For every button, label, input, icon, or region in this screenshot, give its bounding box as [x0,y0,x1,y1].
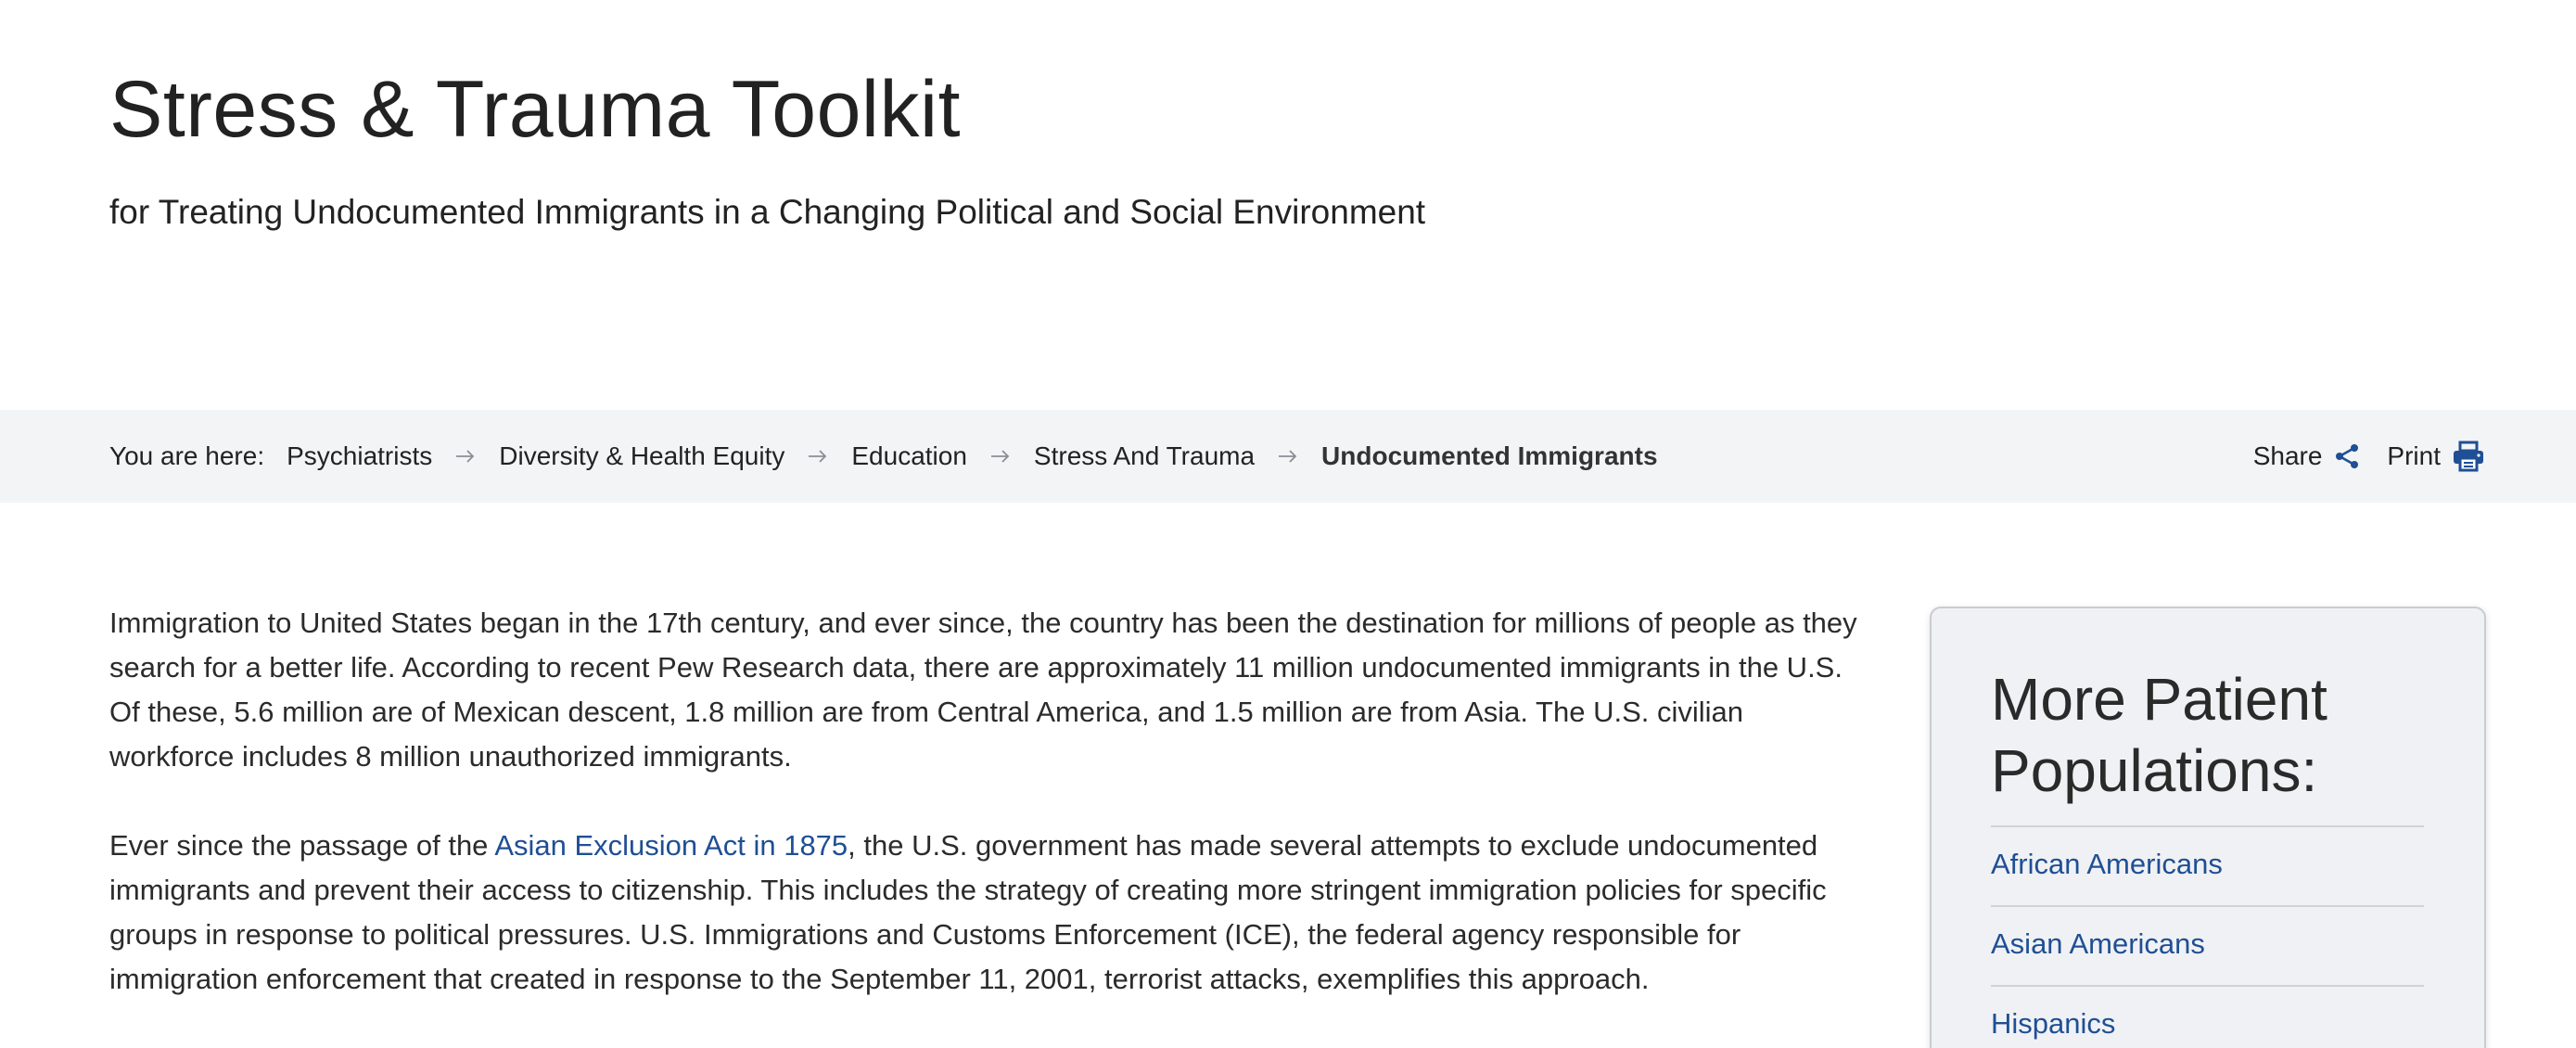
card-title: More Patient Populations: [1991,666,2327,804]
breadcrumb-item-stress-and-trauma[interactable]: Stress And Trauma [1034,441,1255,471]
list-item: Asian Americans [1991,905,2424,985]
page: Stress & Trauma Toolkit for Treating Und… [0,0,2576,1048]
link-asian-americans[interactable]: Asian Americans [1991,927,2205,961]
share-icon [2336,444,2359,468]
breadcrumb: You are here: Psychiatrists Diversity & … [109,410,1658,503]
breadcrumb-prefix: You are here: [109,441,265,470]
paragraph: Ever since the passage of the Asian Excl… [109,824,1871,1002]
arrow-right-icon [1255,449,1321,464]
paragraph: Immigration to United States began in th… [109,607,1857,773]
page-header: Stress & Trauma Toolkit for Treating Und… [109,63,1425,231]
breadcrumb-item-psychiatrists[interactable]: Psychiatrists [287,441,432,471]
printer-icon [2454,441,2483,472]
arrow-right-icon [432,449,499,464]
breadcrumb-item-diversity-health-equity[interactable]: Diversity & Health Equity [499,441,784,471]
list-item: African Americans [1991,825,2424,905]
populations-list: African Americans Asian Americans Hispan… [1991,825,2424,1048]
link-african-americans[interactable]: African Americans [1991,848,2223,881]
page-actions: Share Print [2227,410,2485,503]
print-button[interactable]: Print [2387,441,2485,472]
paragraph-text: Ever since the passage of the [109,829,495,862]
breadcrumb-item-current: Undocumented Immigrants [1321,441,1658,470]
more-populations-card: More Patient Populations: African Americ… [1930,607,2486,1048]
arrow-right-icon [784,449,851,464]
asian-exclusion-act-link[interactable]: Asian Exclusion Act in 1875 [494,829,848,862]
main-content: Immigration to United States began in th… [109,601,1871,1046]
list-item: Hispanics [1991,985,2424,1048]
page-subtitle: for Treating Undocumented Immigrants in … [109,193,1426,231]
arrow-right-icon [967,449,1034,464]
breadcrumb-bar: You are here: Psychiatrists Diversity & … [0,410,2576,503]
share-label: Share [2252,441,2323,470]
link-hispanics[interactable]: Hispanics [1991,1007,2115,1041]
breadcrumb-item-education[interactable]: Education [851,441,967,471]
print-label: Print [2387,441,2441,470]
share-button[interactable]: Share [2253,441,2362,471]
page-title: Stress & Trauma Toolkit [109,65,962,154]
